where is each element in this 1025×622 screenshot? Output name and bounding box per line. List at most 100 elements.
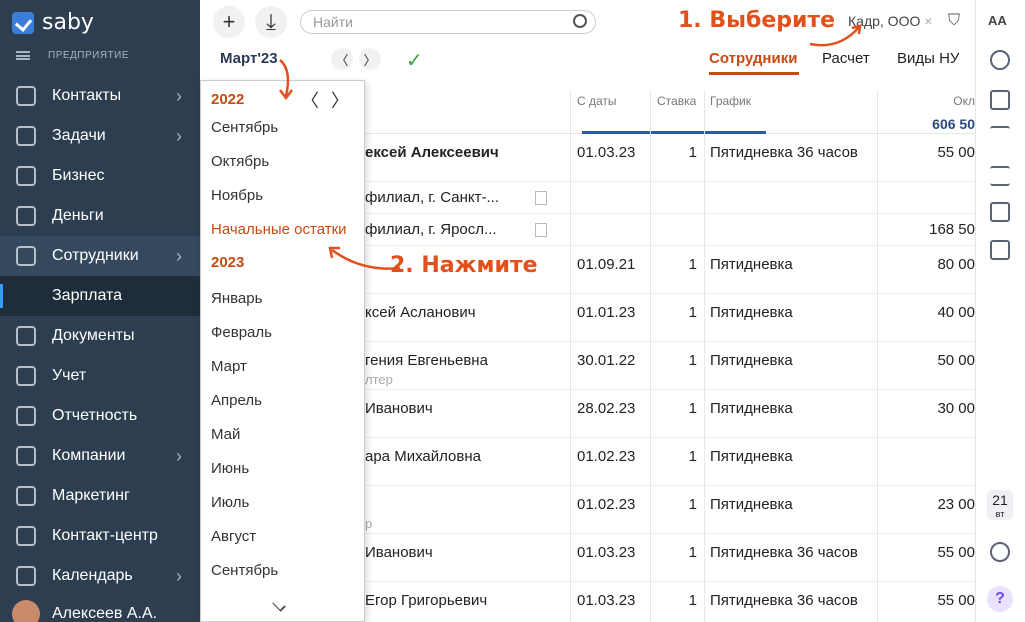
prev-period-button[interactable]: 〈 — [331, 48, 353, 70]
table-row[interactable]: филиал, г. Санкт-... — [365, 182, 975, 214]
help-button[interactable]: ? — [987, 586, 1013, 612]
dropdown-year-2022[interactable]: 2022 — [211, 91, 244, 108]
table-row[interactable]: Иванович 01.03.23 1 Пятидневка 36 часов 55 0… — [365, 534, 975, 582]
dropdown-prev-year[interactable]: 〈 — [301, 87, 319, 113]
weekday: вт — [995, 509, 1005, 519]
briefcase-icon — [16, 166, 36, 186]
period-selector[interactable]: Март'23 — [220, 50, 278, 67]
confirm-check-icon[interactable]: ✓ — [406, 48, 423, 73]
col-schedule[interactable]: График — [710, 94, 751, 108]
list-icon[interactable] — [990, 166, 1010, 186]
chevron-right-icon[interactable]: › — [176, 86, 182, 107]
month-item[interactable]: Март — [211, 358, 247, 375]
search-icon[interactable] — [573, 14, 587, 28]
chevron-right-icon[interactable]: › — [176, 566, 182, 587]
user-profile[interactable]: Алексеев А.А. — [12, 600, 157, 622]
month-item[interactable]: Январь — [211, 290, 262, 307]
cell-name: ара Михайловна — [365, 448, 481, 465]
table-row[interactable]: ексей Алексеевич 01.03.23 1 Пятидневка 36 ч… — [365, 134, 975, 182]
chat-bubble-icon[interactable] — [990, 542, 1010, 562]
col-date[interactable]: С даты — [577, 94, 617, 108]
chevron-down-icon[interactable] — [272, 598, 286, 612]
chevron-right-icon[interactable]: › — [176, 446, 182, 467]
next-period-button[interactable]: 〉 — [359, 48, 381, 70]
cell-name: гения Евгеньевна — [365, 352, 488, 369]
cell-schedule: Пятидневка — [710, 304, 793, 321]
card-icon[interactable] — [990, 90, 1010, 110]
company-switcher[interactable]: ПРЕДПРИЯТИЕ — [16, 50, 129, 61]
sidebar-item-0[interactable]: Контакты › — [0, 76, 200, 116]
paper-plane-icon — [16, 326, 36, 346]
download-button[interactable]: ⤓ — [255, 6, 287, 38]
calendar-day-badge[interactable]: 21 вт — [987, 490, 1013, 520]
sidebar-item-5[interactable]: Зарплата — [0, 276, 200, 316]
sidebar-item-1[interactable]: Задачи › — [0, 116, 200, 156]
sidebar-item-label: Контакты — [52, 87, 122, 104]
cell-date: 01.09.21 — [577, 256, 636, 273]
table-row[interactable]: Иванович 28.02.23 1 Пятидневка 30 00 — [365, 390, 975, 438]
sidebar-item-12[interactable]: Календарь › — [0, 556, 200, 596]
font-size-icon[interactable]: АА — [988, 13, 1007, 28]
headset-icon — [16, 526, 36, 546]
month-item[interactable]: Февраль — [211, 324, 272, 341]
table-row[interactable]: ксей Асланович 01.01.23 1 Пятидневка 40 00 — [365, 294, 975, 342]
sidebar-item-4[interactable]: Сотрудники › — [0, 236, 200, 276]
add-button[interactable]: + — [213, 6, 245, 38]
sidebar-item-11[interactable]: Контакт-центр — [0, 516, 200, 556]
table-row[interactable]: филиал, г. Яросл... 168 50 — [365, 214, 975, 246]
tab-tax-types[interactable]: Виды НУ — [897, 50, 959, 67]
month-item[interactable]: Апрель — [211, 392, 262, 409]
cell-rate: 1 — [688, 352, 697, 369]
logo[interactable]: saby — [12, 10, 94, 35]
table-row[interactable]: ара Михайловна 01.02.23 1 Пятидневка — [365, 438, 975, 486]
month-item[interactable]: Август — [211, 528, 256, 545]
menu-icon[interactable] — [16, 51, 30, 60]
search-input[interactable]: Найти — [300, 10, 596, 34]
month-item[interactable]: Ноябрь — [211, 187, 263, 204]
sidebar-item-8[interactable]: Отчетность — [0, 396, 200, 436]
cell-salary: 55 00 — [937, 144, 975, 161]
sidebar-item-9[interactable]: Компании › — [0, 436, 200, 476]
month-item[interactable]: Май — [211, 426, 240, 443]
month-item[interactable]: Октябрь — [211, 153, 269, 170]
col-salary[interactable]: Окл — [953, 94, 975, 108]
chevron-right-icon[interactable]: › — [176, 126, 182, 147]
tab-employees[interactable]: Сотрудники — [709, 50, 797, 67]
cell-name: филиал, г. Санкт-... — [365, 189, 499, 206]
filter-icon[interactable]: ⛉ — [948, 12, 960, 30]
month-item[interactable]: Июнь — [211, 460, 249, 477]
cell-schedule: Пятидневка — [710, 256, 793, 273]
month-item[interactable]: Июль — [211, 494, 249, 511]
table-header: С даты Ставка График Окл 606 50 — [365, 78, 975, 134]
chat-icon — [16, 86, 36, 106]
chevron-right-icon[interactable]: › — [176, 246, 182, 267]
dropdown-next-year[interactable]: 〉 — [331, 87, 349, 113]
cell-sub: р — [365, 516, 373, 531]
month-item[interactable]: Сентябрь — [211, 119, 278, 136]
money-icon — [16, 206, 36, 226]
sidebar-item-6[interactable]: Документы — [0, 316, 200, 356]
sidebar-item-7[interactable]: Учет — [0, 356, 200, 396]
sidebar-item-label: Деньги — [52, 207, 104, 224]
right-toolbar: АА 21 вт ? — [975, 0, 1025, 622]
copy-check-icon[interactable] — [990, 240, 1010, 260]
cell-schedule: Пятидневка — [710, 496, 793, 513]
gear-icon[interactable] — [990, 50, 1010, 70]
table-row[interactable]: р 01.02.23 1 Пятидневка 23 00 — [365, 486, 975, 534]
cell-schedule: Пятидневка 36 часов — [710, 144, 858, 161]
sort-icon[interactable] — [990, 126, 1010, 146]
month-item[interactable]: Сентябрь — [211, 562, 278, 579]
sidebar-item-3[interactable]: Деньги — [0, 196, 200, 236]
table-row[interactable]: гения Евгеньевна лтер 30.01.22 1 Пятидневка 5… — [365, 342, 975, 390]
table-row[interactable]: Егор Григорьевич 01.03.23 1 Пятидневка 36 ч… — [365, 582, 975, 622]
logo-text: saby — [42, 10, 94, 35]
close-icon[interactable]: × — [924, 13, 932, 29]
cell-schedule: Пятидневка 36 часов — [710, 592, 858, 609]
col-rate[interactable]: Ставка — [657, 94, 696, 108]
sidebar-item-2[interactable]: Бизнес — [0, 156, 200, 196]
sidebar-item-10[interactable]: Маркетинг — [0, 476, 200, 516]
calculator-icon[interactable] — [990, 202, 1010, 222]
tab-calculation[interactable]: Расчет — [822, 50, 870, 67]
tasks-icon — [16, 126, 36, 146]
dropdown-year-2023[interactable]: 2023 — [211, 254, 244, 271]
